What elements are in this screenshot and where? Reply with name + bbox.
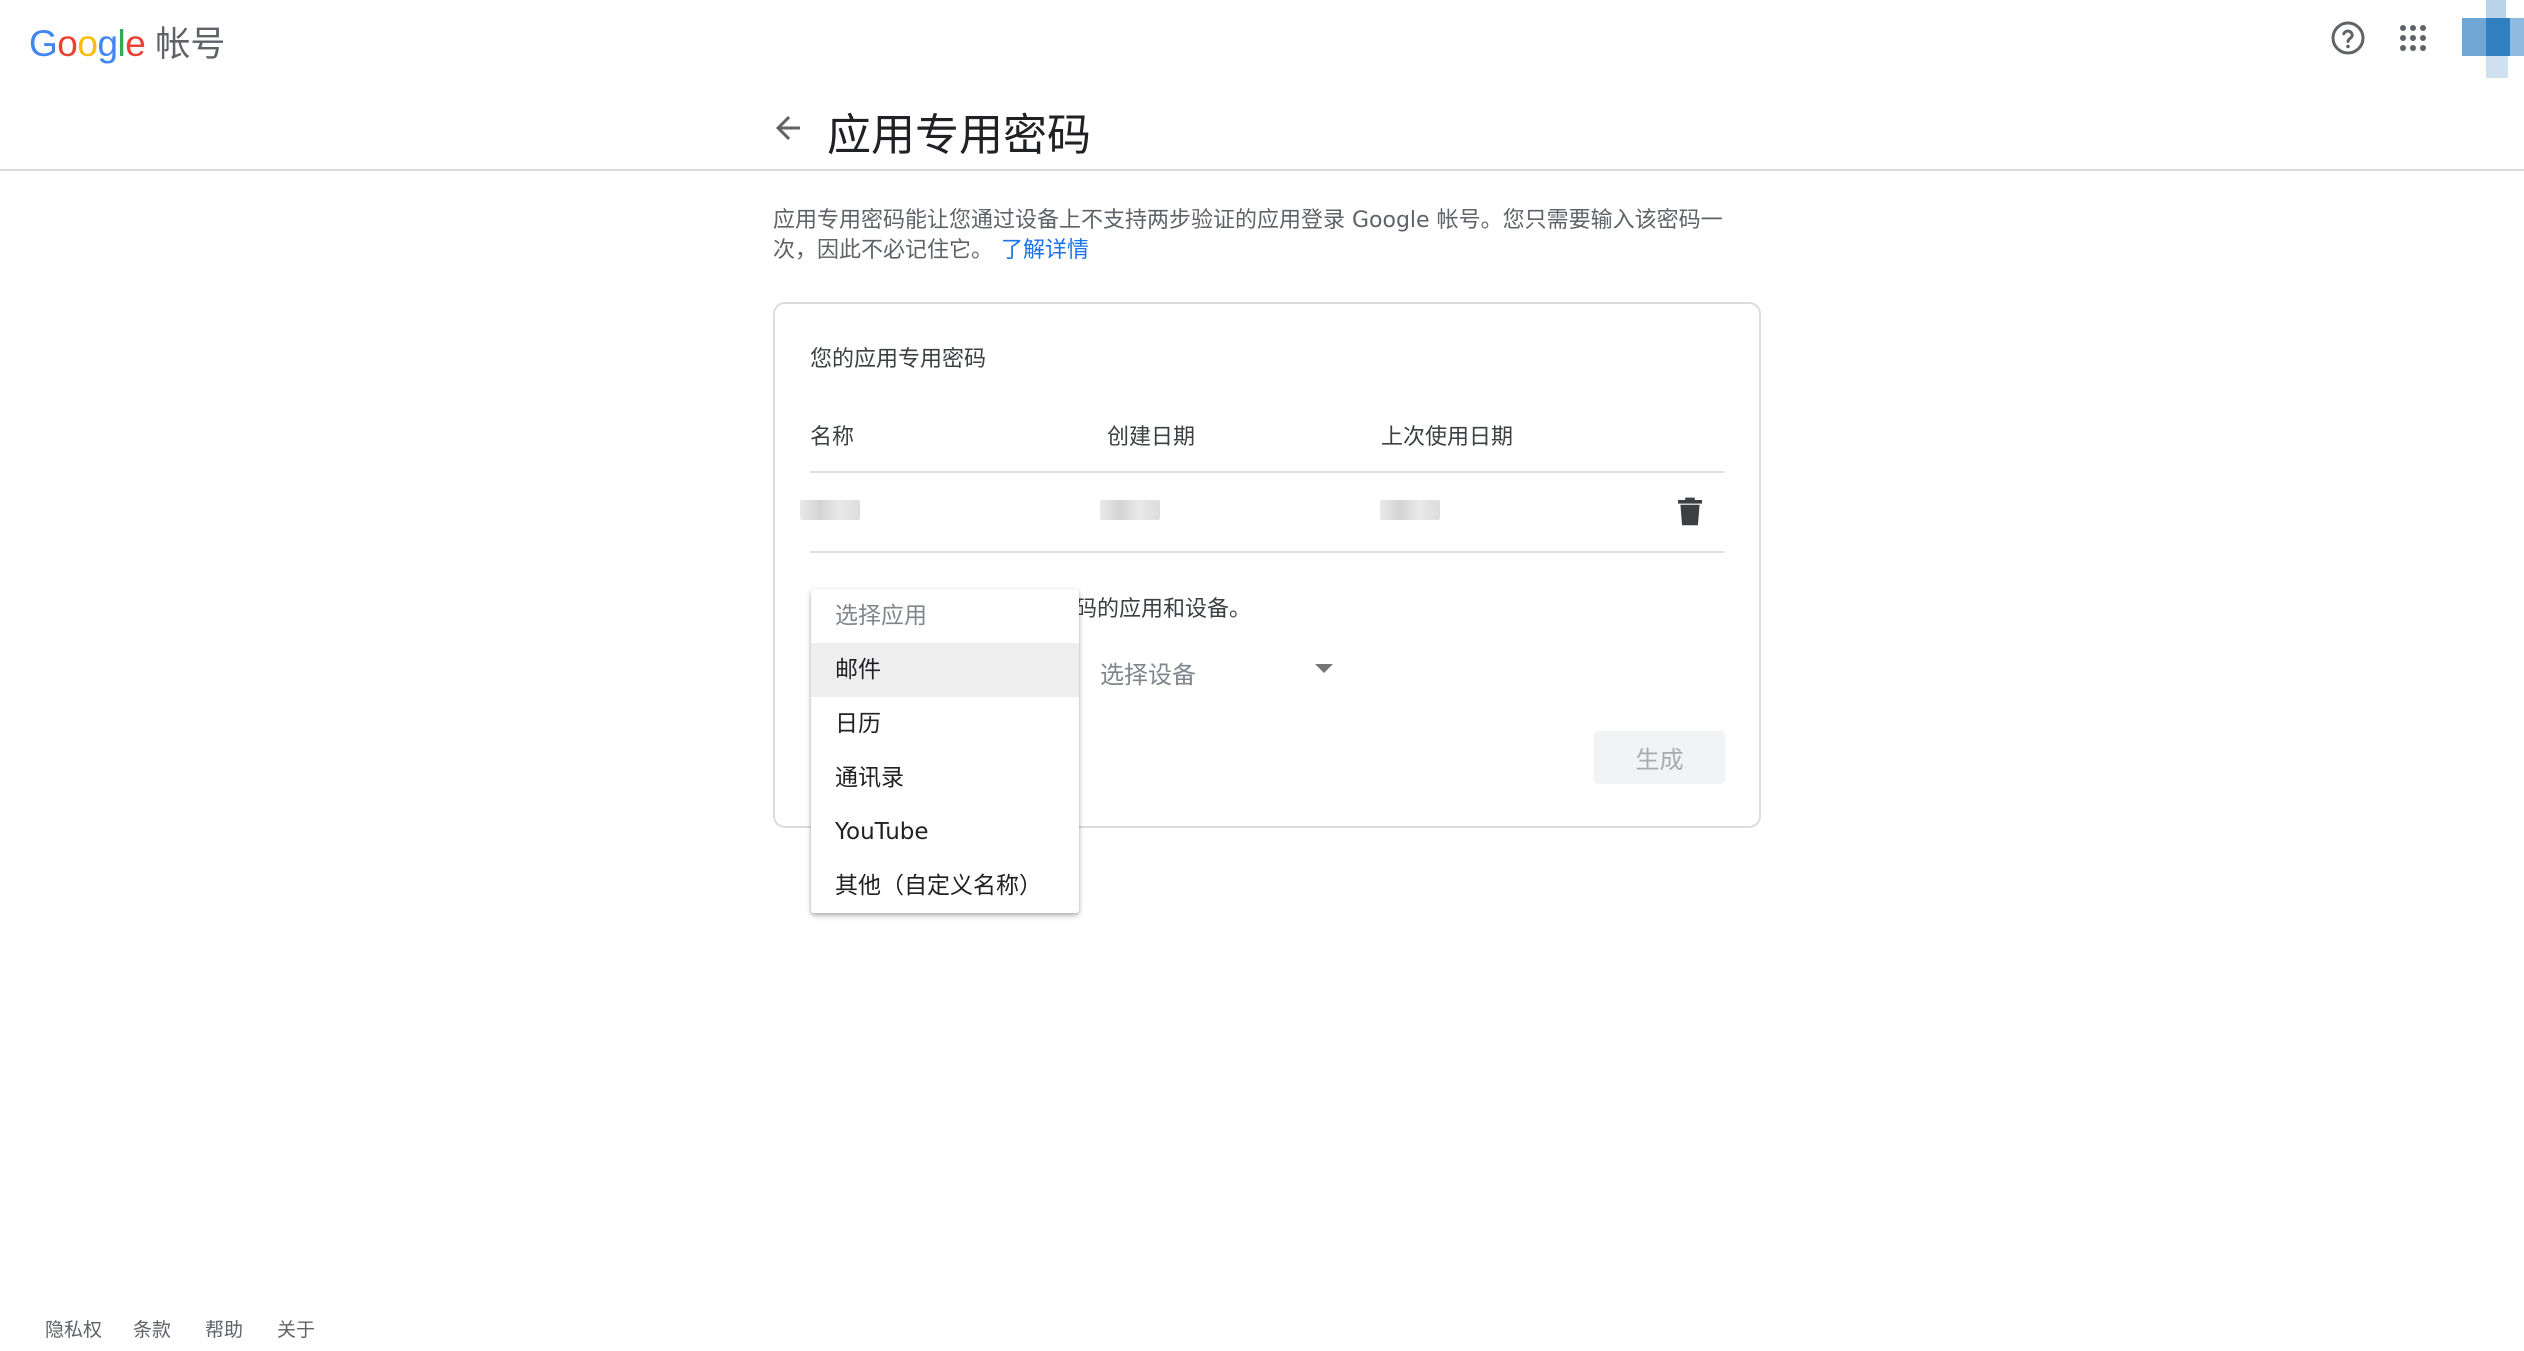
column-header-name: 名称 <box>810 425 855 450</box>
google-logo-text: Google <box>29 23 146 65</box>
learn-more-link[interactable]: 了解详情 <box>1001 238 1089 263</box>
table-header-divider <box>810 471 1725 473</box>
account-avatar[interactable] <box>2458 0 2524 80</box>
generate-button[interactable]: 生成 <box>1594 731 1725 784</box>
footer-link-help[interactable]: 帮助 <box>205 1315 243 1342</box>
description-text: 应用专用密码能让您通过设备上不支持两步验证的应用登录 Google 帐号。您只需… <box>773 208 1723 263</box>
redacted-name <box>800 500 860 520</box>
column-header-created: 创建日期 <box>1107 425 1196 450</box>
avatar-pixel-image <box>2458 0 2524 80</box>
page-description: 应用专用密码能让您通过设备上不支持两步验证的应用登录 Google 帐号。您只需… <box>773 206 1763 266</box>
device-select-dropdown[interactable]: 选择设备 <box>1100 651 1336 691</box>
redacted-last-used <box>1380 500 1440 520</box>
delete-trash-icon[interactable] <box>1678 497 1702 527</box>
logo-letter: o <box>57 23 78 64</box>
app-select-placeholder[interactable]: 选择应用 <box>811 589 1079 643</box>
menu-item-other[interactable]: 其他（自定义名称） <box>811 859 1079 913</box>
page-title: 应用专用密码 <box>827 110 1091 161</box>
logo-letter: G <box>29 23 58 64</box>
logo-letter: g <box>97 23 118 64</box>
footer-link-about[interactable]: 关于 <box>277 1315 315 1342</box>
logo-letter: o <box>77 23 98 64</box>
menu-item-calendar[interactable]: 日历 <box>811 697 1079 751</box>
back-arrow-icon[interactable] <box>770 110 806 146</box>
menu-item-contacts[interactable]: 通讯录 <box>811 751 1079 805</box>
logo-letter: e <box>125 23 146 64</box>
table-row-divider <box>810 551 1725 553</box>
menu-item-youtube[interactable]: YouTube <box>811 805 1079 859</box>
google-account-logo[interactable]: Google 帐号 <box>29 16 225 66</box>
select-instruction: 码的应用和设备。 <box>1075 597 1252 622</box>
footer-link-privacy[interactable]: 隐私权 <box>45 1315 102 1342</box>
menu-item-mail[interactable]: 邮件 <box>811 643 1079 697</box>
column-header-last-used: 上次使用日期 <box>1381 425 1514 450</box>
card-title: 您的应用专用密码 <box>810 347 987 372</box>
dropdown-caret-icon <box>1315 664 1333 673</box>
apps-grid-icon[interactable] <box>2398 23 2428 53</box>
header-divider <box>0 169 2524 171</box>
redacted-created-date <box>1100 500 1160 520</box>
help-icon[interactable] <box>2330 20 2366 56</box>
product-name: 帐号 <box>155 25 226 65</box>
footer-link-terms[interactable]: 条款 <box>133 1315 171 1342</box>
device-select-label: 选择设备 <box>1100 661 1196 689</box>
app-select-menu: 选择应用 邮件 日历 通讯录 YouTube 其他（自定义名称） <box>811 589 1079 913</box>
